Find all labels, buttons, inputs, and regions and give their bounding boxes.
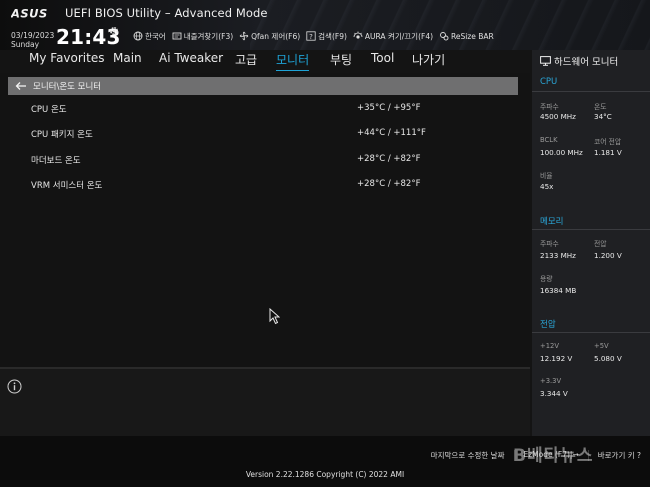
search-label: 검색(F9) — [318, 31, 347, 41]
tab-monitor[interactable]: 모니터 — [276, 51, 310, 71]
cpu-frequency-label: 주파수 — [540, 103, 559, 111]
main-content: 모니터\온도 모니터 CPU 온도 +35°C / +95°F CPU 패키지 … — [0, 73, 530, 367]
section-divider — [532, 332, 650, 333]
last-modified-button[interactable]: 마지막으로 수정한 날짜 — [422, 450, 514, 461]
memory-frequency-label: 주파수 — [540, 240, 559, 248]
hardware-monitor-title: 하드웨어 모니터 — [540, 54, 618, 68]
resize-bar-button[interactable]: ReSize BAR — [439, 31, 494, 41]
memory-frequency-value: 2133 MHz — [540, 251, 576, 260]
monitor-row-cpu-package-temp[interactable]: CPU 패키지 온도 +44°C / +111°F — [31, 128, 511, 142]
row-value: +28°C / +82°F — [357, 179, 421, 189]
memory-voltage-label: 전압 — [594, 240, 607, 248]
header-toolbar: 한국어 내즐겨찾기(F3) Qfan 제어(F6) ? 검색(F9) AURA … — [133, 29, 500, 43]
my-favorites-button[interactable]: 내즐겨찾기(F3) — [172, 31, 233, 42]
monitor-icon — [540, 56, 551, 66]
watermark: B베타뉴스 — [513, 446, 594, 466]
section-memory-heading: 메모리 — [540, 217, 564, 227]
section-divider — [532, 229, 650, 230]
help-description-panel — [0, 369, 530, 436]
row-value: +35°C / +95°F — [357, 103, 421, 113]
qfan-control-button[interactable]: Qfan 제어(F6) — [239, 31, 300, 42]
tab-ai-tweaker[interactable]: Ai Tweaker — [159, 51, 223, 71]
voltage-3v3-label: +3.3V — [540, 377, 562, 385]
cpu-temperature-value: 34°C — [594, 112, 612, 121]
search-button[interactable]: ? 검색(F9) — [306, 31, 347, 42]
row-label: CPU 패키지 온도 — [31, 130, 93, 140]
voltage-12v-value: 12.192 V — [540, 354, 573, 363]
svg-text:ASUS: ASUS — [11, 7, 48, 19]
app-title: UEFI BIOS Utility – Advanced Mode — [65, 6, 268, 20]
monitor-row-vrm-temp[interactable]: VRM 서미스터 온도 +28°C / +82°F — [31, 179, 511, 193]
cpu-bclk-label: BCLK — [540, 136, 558, 144]
tab-advanced[interactable]: 고급 — [235, 51, 257, 71]
gear-icon[interactable] — [109, 26, 119, 36]
favorites-icon — [172, 32, 182, 40]
language-label: 한국어 — [145, 31, 166, 41]
tab-my-favorites[interactable]: My Favorites — [29, 51, 104, 71]
section-divider — [532, 91, 650, 92]
breadcrumb: 모니터\온도 모니터 — [33, 82, 102, 92]
section-cpu-heading: CPU — [540, 77, 558, 87]
info-icon — [7, 379, 22, 394]
voltage-3v3-value: 3.344 V — [540, 389, 568, 398]
tab-exit[interactable]: 나가기 — [412, 51, 445, 71]
row-label: VRM 서미스터 온도 — [31, 181, 103, 191]
help-icon: ? — [306, 31, 316, 41]
row-label: 마더보드 온도 — [31, 156, 81, 166]
tab-boot[interactable]: 부팅 — [330, 51, 352, 71]
voltage-12v-label: +12V — [540, 342, 559, 350]
fan-icon — [239, 31, 249, 41]
cpu-core-voltage-value: 1.181 V — [594, 148, 622, 157]
hardware-monitor-label: 하드웨어 모니터 — [554, 57, 619, 68]
cpu-ratio-value: 45x — [540, 182, 554, 191]
voltage-5v-value: 5.080 V — [594, 354, 622, 363]
tab-tool[interactable]: Tool — [371, 51, 394, 71]
row-label: CPU 온도 — [31, 105, 67, 115]
cpu-frequency-value: 4500 MHz — [540, 112, 576, 121]
mouse-cursor-icon — [269, 308, 280, 325]
language-button[interactable]: 한국어 — [133, 31, 166, 42]
memory-capacity-label: 용량 — [540, 275, 553, 283]
monitor-row-cpu-temp[interactable]: CPU 온도 +35°C / +95°F — [31, 103, 511, 117]
resize-bar-label: ReSize BAR — [451, 31, 494, 41]
copyright-text: Version 2.22.1286 Copyright (C) 2022 AMI — [245, 470, 405, 479]
qfan-control-label: Qfan 제어(F6) — [251, 31, 301, 41]
cpu-bclk-value: 100.00 MHz — [540, 148, 583, 157]
row-value: +28°C / +82°F — [357, 154, 421, 164]
date-display: 03/19/2023 Sunday — [11, 31, 54, 49]
cpu-core-voltage-label: 코어 전압 — [594, 138, 622, 146]
main-menu-tabs: My Favorites Main Ai Tweaker 고급 모니터 부팅 T… — [0, 51, 530, 71]
aura-icon — [353, 31, 363, 39]
hardware-monitor-panel: 하드웨어 모니터 CPU 주파수 온도 4500 MHz 34°C BCLK 코… — [532, 50, 650, 436]
cpu-ratio-label: 비율 — [540, 172, 553, 180]
voltage-5v-label: +5V — [594, 342, 609, 350]
breadcrumb-bar[interactable]: 모니터\온도 모니터 — [8, 77, 518, 95]
hotkeys-button[interactable]: 바로가기 키 ? — [587, 450, 650, 461]
header-bar: ASUS UEFI BIOS Utility – Advanced Mode 0… — [0, 0, 650, 50]
my-favorites-label: 내즐겨찾기(F3) — [183, 31, 234, 41]
section-voltage-heading: 전압 — [540, 320, 556, 330]
day-text: Sunday — [11, 40, 40, 49]
cpu-temperature-label: 온도 — [594, 103, 607, 111]
globe-icon — [133, 31, 143, 41]
monitor-row-motherboard-temp[interactable]: 마더보드 온도 +28°C / +82°F — [31, 154, 511, 168]
aura-toggle-label: AURA 켜기/끄기(F4) — [364, 31, 434, 41]
memory-capacity-value: 16384 MB — [540, 286, 577, 295]
date-text: 03/19/2023 — [11, 31, 55, 40]
resize-bar-icon — [440, 32, 449, 41]
back-arrow-icon[interactable] — [15, 81, 27, 91]
memory-voltage-value: 1.200 V — [594, 251, 622, 260]
tab-main[interactable]: Main — [113, 51, 142, 71]
row-value: +44°C / +111°F — [357, 128, 426, 138]
aura-toggle-button[interactable]: AURA 켜기/끄기(F4) — [353, 31, 433, 42]
asus-logo: ASUS — [11, 7, 48, 19]
svg-text:?: ? — [309, 33, 313, 41]
